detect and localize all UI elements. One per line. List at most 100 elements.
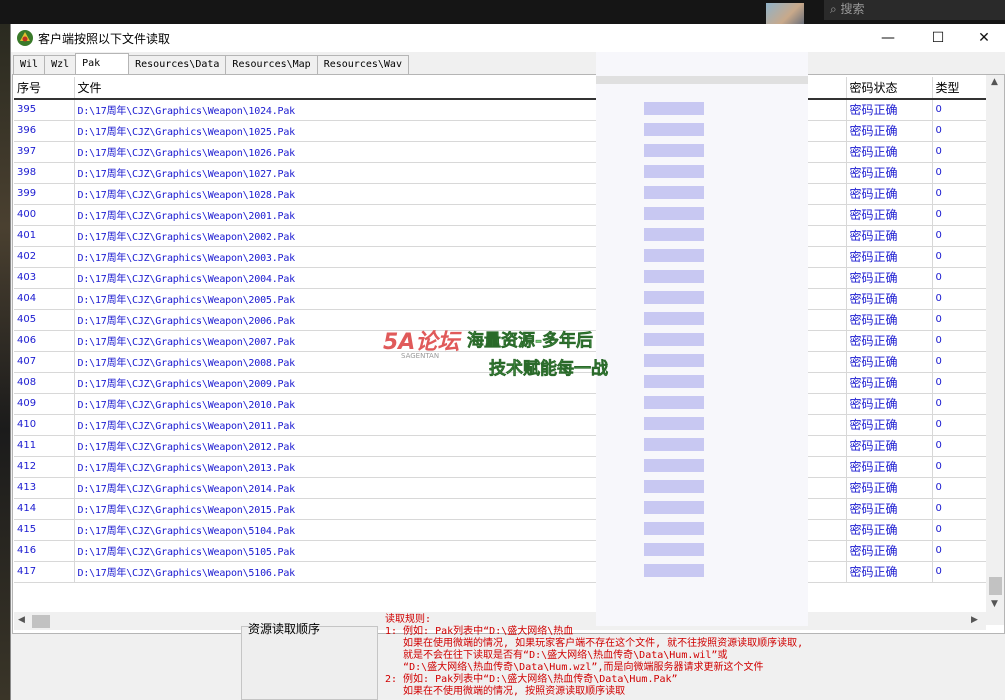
rule-line: 如果在不使用微端的情况, 按照资源读取顺序读取 bbox=[385, 686, 626, 697]
redaction-band bbox=[644, 459, 704, 472]
row-password-status: 密码正确 bbox=[846, 498, 933, 520]
redaction-band bbox=[644, 480, 704, 493]
table-row[interactable]: 400 D:\17周年\CJZ\Graphics\Weapon\2001.Pak 密… bbox=[14, 204, 986, 226]
table-row[interactable]: 398 D:\17周年\CJZ\Graphics\Weapon\1027.Pak 密… bbox=[14, 162, 986, 184]
row-seq: 414 bbox=[14, 498, 75, 520]
row-password-status: 密码正确 bbox=[846, 288, 933, 310]
table-row[interactable]: 404 D:\17周年\CJZ\Graphics\Weapon\2005.Pak 密… bbox=[14, 288, 986, 310]
row-type: 0 bbox=[932, 267, 986, 289]
row-seq: 403 bbox=[14, 267, 75, 289]
table-row[interactable]: 399 D:\17周年\CJZ\Graphics\Weapon\1028.Pak 密… bbox=[14, 183, 986, 205]
redaction-band bbox=[644, 522, 704, 535]
table-row[interactable]: 416 D:\17周年\CJZ\Graphics\Weapon\5105.Pak 密… bbox=[14, 540, 986, 562]
row-password-status: 密码正确 bbox=[846, 477, 933, 499]
table-row[interactable]: 396 D:\17周年\CJZ\Graphics\Weapon\1025.Pak 密… bbox=[14, 120, 986, 142]
table-header-row: 序号 文件 密码状态 类型 bbox=[14, 77, 986, 100]
watermark-line-2: 技术赋能每一战 bbox=[489, 359, 609, 380]
watermark: 5A论坛 SAGENTAN 海量资源-多年后 技术赋能每一战 bbox=[383, 314, 628, 384]
table-row[interactable]: 414 D:\17周年\CJZ\Graphics\Weapon\2015.Pak 密… bbox=[14, 498, 986, 520]
table-row[interactable]: 412 D:\17周年\CJZ\Graphics\Weapon\2013.Pak 密… bbox=[14, 456, 986, 478]
redaction-band bbox=[644, 165, 704, 178]
table-row[interactable]: 397 D:\17周年\CJZ\Graphics\Weapon\1026.Pak 密… bbox=[14, 141, 986, 163]
tab-resources-map[interactable]: Resources\Map bbox=[225, 55, 318, 74]
row-password-status: 密码正确 bbox=[846, 393, 933, 415]
row-seq: 400 bbox=[14, 204, 75, 226]
table-row[interactable]: 409 D:\17周年\CJZ\Graphics\Weapon\2010.Pak 密… bbox=[14, 393, 986, 415]
row-type: 0 bbox=[932, 351, 986, 373]
table-row[interactable]: 417 D:\17周年\CJZ\Graphics\Weapon\5106.Pak 密… bbox=[14, 561, 986, 583]
close-button[interactable]: ✕ bbox=[961, 24, 1005, 52]
vertical-scroll-thumb[interactable] bbox=[989, 577, 1002, 595]
title-bar[interactable]: 客户端按照以下文件读取 — ☐ ✕ bbox=[11, 24, 1005, 52]
row-password-status: 密码正确 bbox=[846, 519, 933, 541]
desktop-background bbox=[0, 24, 10, 700]
row-seq: 416 bbox=[14, 540, 75, 562]
redaction-band bbox=[644, 291, 704, 304]
watermark-sub: SAGENTAN bbox=[401, 352, 440, 360]
row-password-status: 密码正确 bbox=[846, 99, 933, 121]
rule-line: “D:\盛大网络\热血传奇\Data\Hum.wzl”,而是向微端服务器请求更新… bbox=[385, 662, 764, 673]
scroll-up-icon[interactable]: ▲ bbox=[991, 77, 998, 87]
row-password-status: 密码正确 bbox=[846, 561, 933, 583]
column-header-seq[interactable]: 序号 bbox=[14, 77, 75, 100]
row-seq: 417 bbox=[14, 561, 75, 583]
tab-resources-data[interactable]: Resources\Data bbox=[128, 55, 227, 74]
window-title: 客户端按照以下文件读取 bbox=[38, 32, 171, 46]
row-seq: 396 bbox=[14, 120, 75, 142]
row-type: 0 bbox=[932, 246, 986, 268]
table-row[interactable]: 395 D:\17周年\CJZ\Graphics\Weapon\1024.Pak 密… bbox=[14, 99, 986, 121]
search-placeholder: 搜索 bbox=[840, 2, 865, 16]
table-row[interactable]: 410 D:\17周年\CJZ\Graphics\Weapon\2011.Pak 密… bbox=[14, 414, 986, 436]
minimize-button[interactable]: — bbox=[865, 24, 911, 52]
avatar[interactable] bbox=[766, 3, 804, 24]
redaction-band bbox=[644, 123, 704, 136]
resource-order-label: 资源读取顺序 bbox=[248, 622, 321, 636]
row-type: 0 bbox=[932, 120, 986, 142]
tab-pak[interactable]: Pak bbox=[75, 53, 130, 74]
redaction-band bbox=[644, 228, 704, 241]
row-seq: 415 bbox=[14, 519, 75, 541]
row-password-status: 密码正确 bbox=[846, 456, 933, 478]
row-type: 0 bbox=[932, 141, 986, 163]
redaction-band bbox=[644, 207, 704, 220]
table-row[interactable]: 402 D:\17周年\CJZ\Graphics\Weapon\2003.Pak 密… bbox=[14, 246, 986, 268]
row-seq: 410 bbox=[14, 414, 75, 436]
column-header-password-status[interactable]: 密码状态 bbox=[846, 77, 933, 100]
row-seq: 411 bbox=[14, 435, 75, 457]
tab-wzl[interactable]: Wzl bbox=[44, 55, 77, 74]
maximize-button[interactable]: ☐ bbox=[915, 24, 961, 52]
row-type: 0 bbox=[932, 498, 986, 520]
column-header-type[interactable]: 类型 bbox=[932, 77, 986, 100]
tab-resources-wav[interactable]: Resources\Wav bbox=[316, 55, 409, 74]
row-password-status: 密码正确 bbox=[846, 414, 933, 436]
row-password-status: 密码正确 bbox=[846, 162, 933, 184]
search-icon: ⌕ bbox=[830, 2, 841, 16]
row-type: 0 bbox=[932, 393, 986, 415]
redaction-band bbox=[644, 417, 704, 430]
tab-wil[interactable]: Wil bbox=[13, 55, 46, 74]
resource-order-list[interactable] bbox=[241, 626, 378, 700]
table-row[interactable]: 415 D:\17周年\CJZ\Graphics\Weapon\5104.Pak 密… bbox=[14, 519, 986, 541]
row-type: 0 bbox=[932, 372, 986, 394]
redaction-band bbox=[644, 249, 704, 262]
table-row[interactable]: 401 D:\17周年\CJZ\Graphics\Weapon\2002.Pak 密… bbox=[14, 225, 986, 247]
row-seq: 408 bbox=[14, 372, 75, 394]
redaction-band bbox=[644, 396, 704, 409]
row-seq: 412 bbox=[14, 456, 75, 478]
row-type: 0 bbox=[932, 456, 986, 478]
table-row[interactable]: 413 D:\17周年\CJZ\Graphics\Weapon\2014.Pak 密… bbox=[14, 477, 986, 499]
redaction-band bbox=[644, 564, 704, 577]
desktop-search-box[interactable]: ⌕ 搜索 bbox=[824, 0, 1005, 20]
row-password-status: 密码正确 bbox=[846, 309, 933, 331]
table-row[interactable]: 411 D:\17周年\CJZ\Graphics\Weapon\2012.Pak 密… bbox=[14, 435, 986, 457]
row-password-status: 密码正确 bbox=[846, 540, 933, 562]
row-password-status: 密码正确 bbox=[846, 183, 933, 205]
row-type: 0 bbox=[932, 519, 986, 541]
app-icon bbox=[17, 30, 33, 46]
row-seq: 406 bbox=[14, 330, 75, 352]
row-type: 0 bbox=[932, 99, 986, 121]
table-row[interactable]: 403 D:\17周年\CJZ\Graphics\Weapon\2004.Pak 密… bbox=[14, 267, 986, 289]
row-password-status: 密码正确 bbox=[846, 120, 933, 142]
vertical-scrollbar[interactable]: ▲ ▼ bbox=[986, 75, 1004, 625]
redaction-band bbox=[644, 102, 704, 115]
